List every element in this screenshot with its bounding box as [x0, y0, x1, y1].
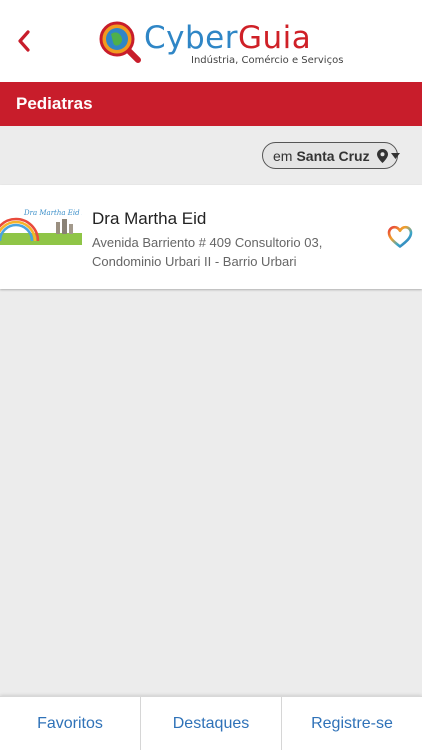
caret-down-icon [390, 152, 400, 159]
location-prefix: em [273, 147, 293, 164]
logo-tagline: Indústria, Comércio e Serviços [191, 55, 344, 66]
category-title-bar: Pediatras [0, 82, 422, 126]
tab-destaques[interactable]: Destaques [141, 697, 282, 750]
svg-text:Dra Martha Eid M.: Dra Martha Eid M. [23, 209, 82, 217]
tab-favoritos[interactable]: Favoritos [0, 697, 141, 750]
listing-thumbnail: Dra Martha Eid M. [0, 205, 82, 245]
location-city: Santa Cruz [296, 147, 370, 164]
back-button[interactable] [10, 26, 38, 56]
bottom-navigation: Favoritos Destaques Registre-se [0, 696, 422, 750]
logo-wordmark: CyberGuia [144, 20, 312, 56]
favorite-button[interactable] [386, 223, 414, 251]
tab-registre-se[interactable]: Registre-se [282, 697, 422, 750]
heart-icon [387, 225, 413, 248]
listing-card[interactable]: Dra Martha Eid M. Dra Martha Eid Avenida… [0, 185, 422, 289]
location-selector-button[interactable]: em Santa Cruz [262, 142, 400, 169]
listing-name: Dra Martha Eid [92, 209, 207, 228]
app-header: CyberGuia Indústria, Comércio e Serviços [0, 0, 422, 82]
cyberguia-logo: CyberGuia Indústria, Comércio e Serviços [98, 18, 343, 70]
logo-magnifier-icon [99, 21, 141, 63]
map-pin-icon [376, 148, 388, 163]
page-title: Pediatras [16, 94, 93, 113]
listing-address: Avenida Barriento # 409 Consultorio 03, … [92, 235, 323, 269]
back-chevron-icon [18, 30, 30, 52]
